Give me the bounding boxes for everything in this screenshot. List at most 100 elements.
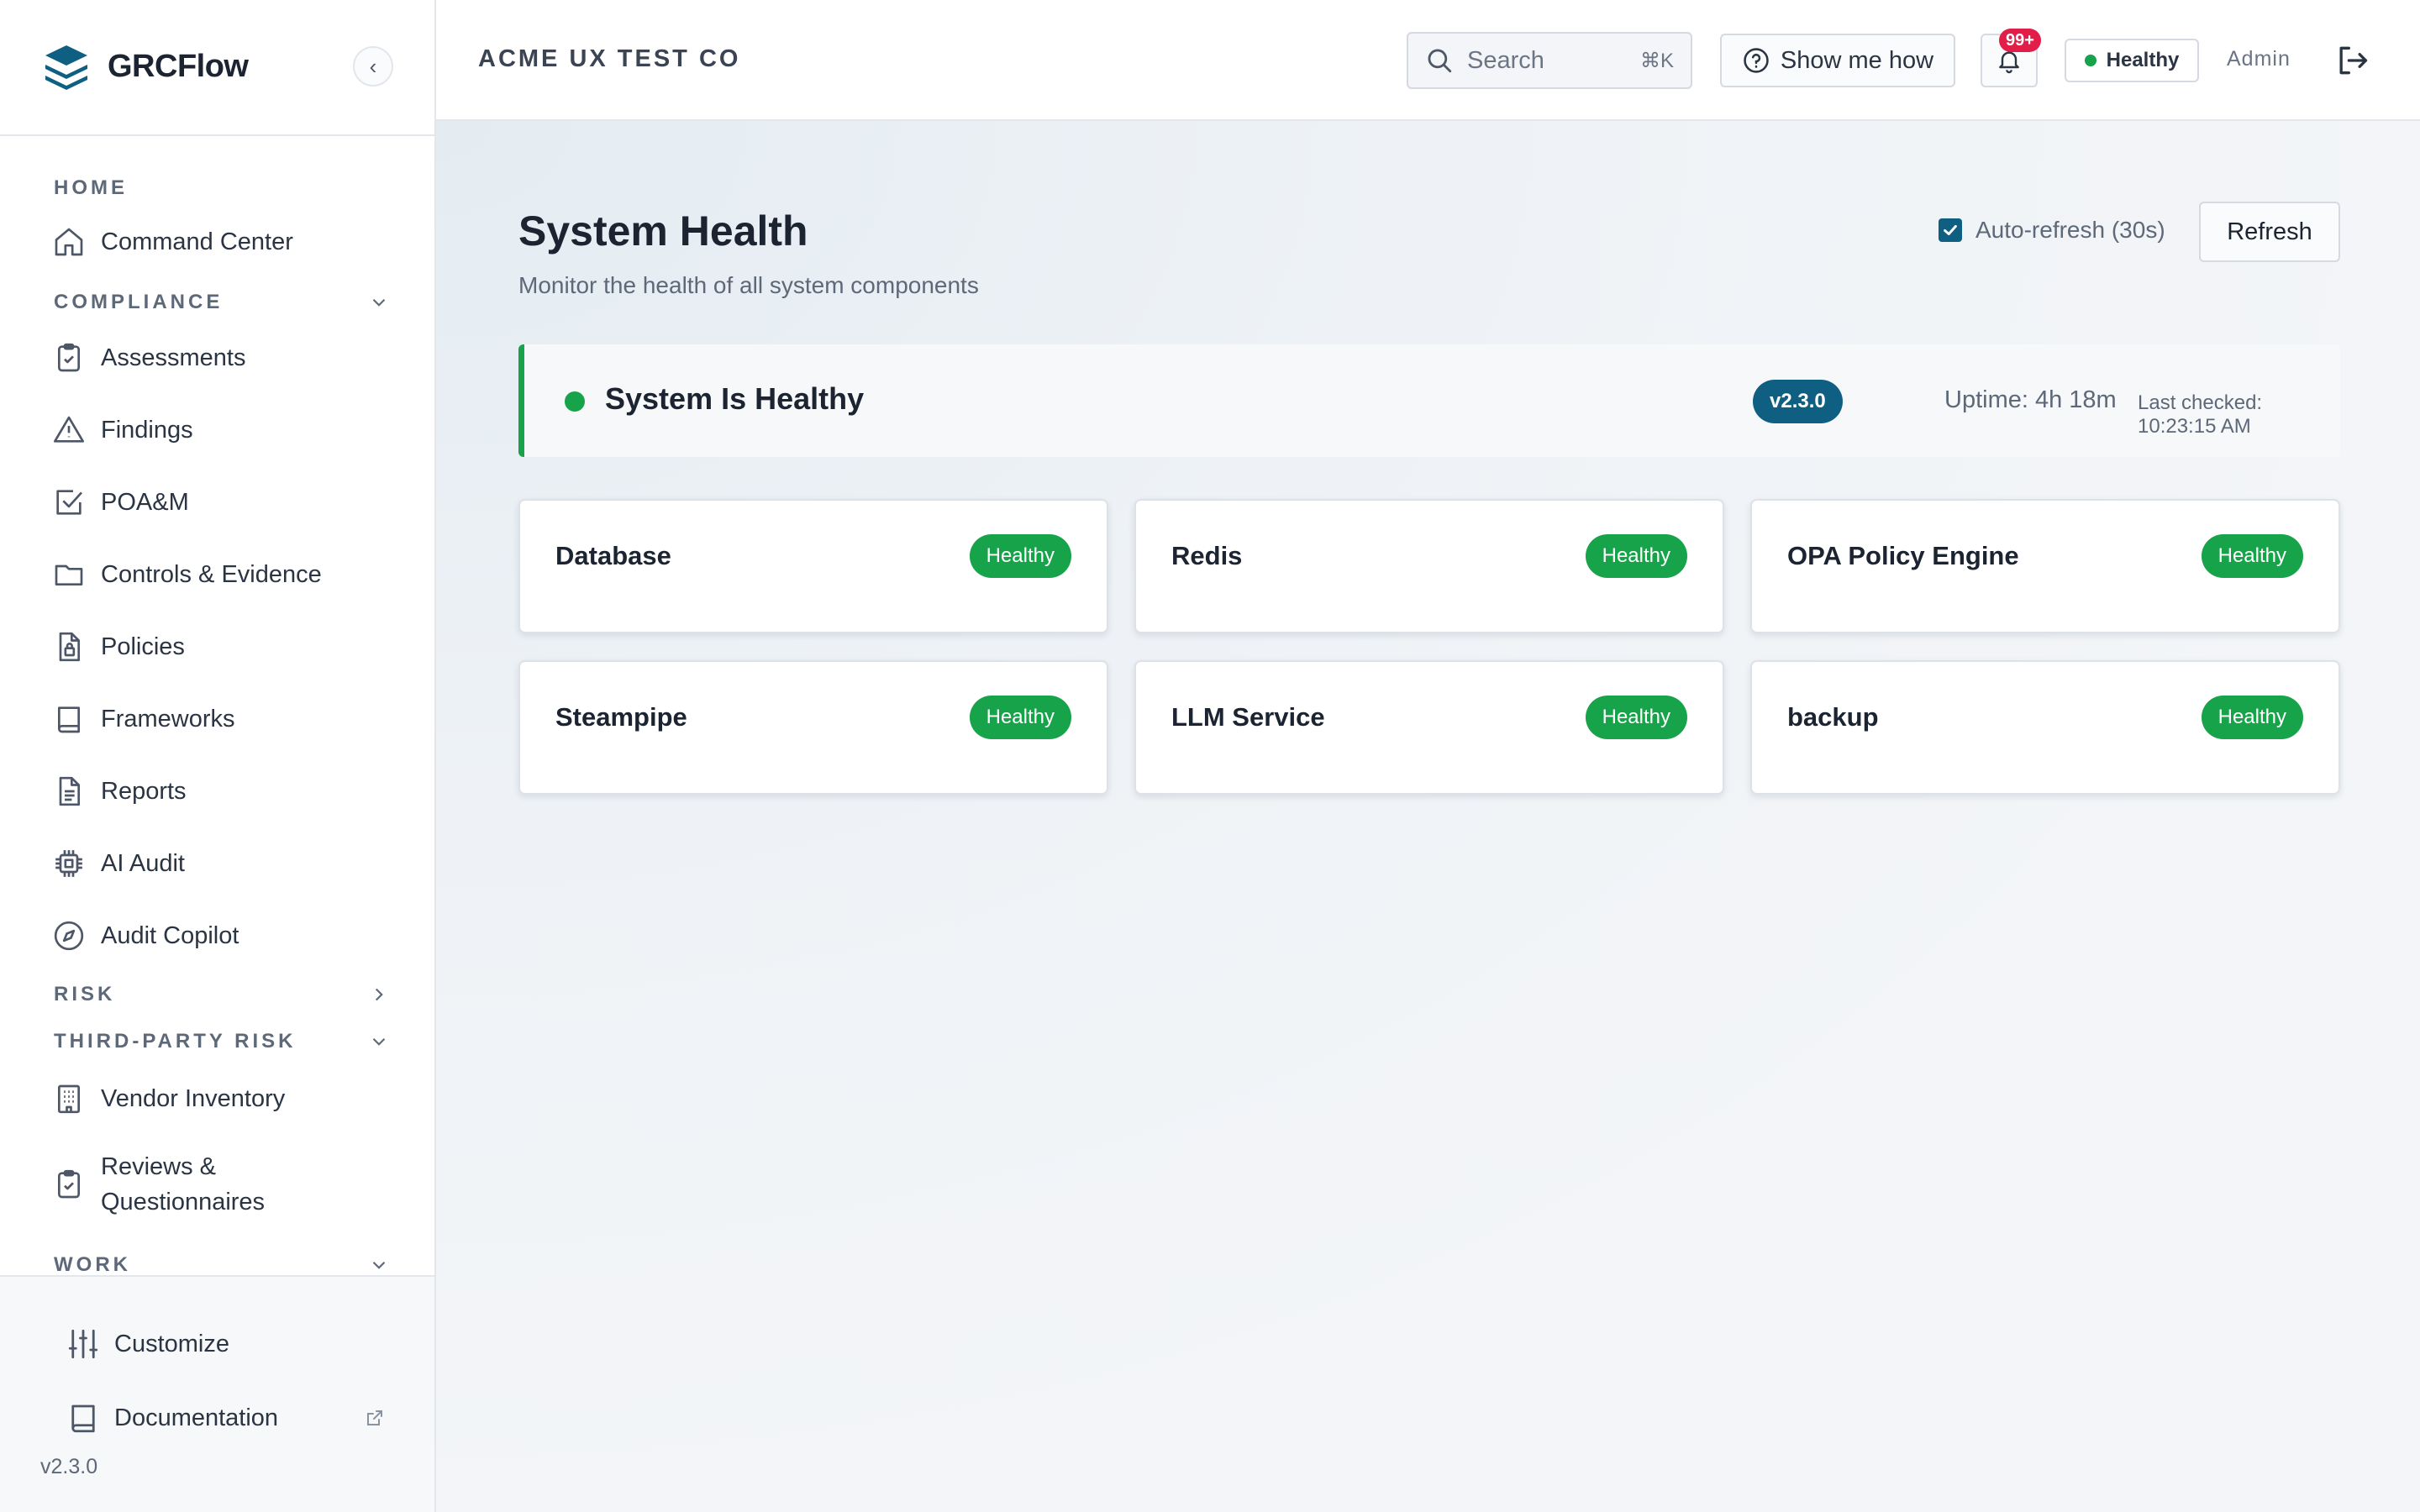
sidebar-item-reviews-questionnaires[interactable]: Reviews & Questionnaires	[52, 1149, 405, 1220]
sidebar-item-findings[interactable]: Findings	[52, 407, 405, 454]
section-home: HOME	[54, 171, 390, 205]
sidebar-item-label: Controls & Evidence	[101, 560, 322, 588]
show-me-how-button[interactable]: Show me how	[1720, 34, 1955, 87]
book-icon	[66, 1400, 101, 1436]
sidebar-item-label: AI Audit	[101, 849, 185, 877]
status-badge: Healthy	[2201, 534, 2303, 578]
sidebar-item-label: Audit Copilot	[101, 921, 239, 949]
sidebar-item-label: Reviews & Questionnaires	[101, 1149, 265, 1220]
top-bar: ACME UX TEST CO Search ⌘K Show me how 99…	[436, 0, 2420, 121]
external-link-icon	[365, 1408, 385, 1428]
sidebar-item-audit-copilot[interactable]: Audit Copilot	[52, 912, 405, 959]
chevron-down-icon	[368, 1254, 390, 1275]
search-input[interactable]: Search ⌘K	[1407, 32, 1692, 89]
status-badge: Healthy	[1585, 696, 1687, 739]
sidebar-item-ai-audit[interactable]: AI Audit	[52, 840, 405, 887]
component-name: Steampipe	[555, 702, 687, 732]
sidebar-item-assessments[interactable]: Assessments	[52, 334, 405, 381]
file-text-icon	[52, 774, 86, 808]
component-name: OPA Policy Engine	[1787, 541, 2019, 570]
app-name: GRCFlow	[108, 49, 249, 84]
status-badge: Healthy	[969, 534, 1071, 578]
auto-refresh-toggle[interactable]: Auto-refresh (30s)	[1939, 217, 2165, 244]
grcflow-logo-icon[interactable]	[42, 42, 91, 91]
overall-status-text: System Is Healthy	[605, 381, 865, 416]
last-checked-text: Last checked: 10:23:15 AM	[2138, 391, 2263, 438]
status-dot-icon	[2084, 55, 2096, 66]
customize-label: Customize	[114, 1330, 229, 1357]
sidebar-item-label: Vendor Inventory	[101, 1084, 286, 1112]
section-work[interactable]: WORK	[54, 1248, 390, 1275]
logout-button[interactable]	[2333, 42, 2370, 79]
status-badge: Healthy	[969, 696, 1071, 739]
user-role: Admin	[2227, 47, 2291, 71]
cpu-chip-icon	[52, 847, 86, 880]
search-shortcut: ⌘K	[1639, 49, 1674, 72]
checkmark-icon	[1944, 224, 1957, 236]
clipboard-check-icon	[52, 341, 86, 375]
overall-status-banner: System Is Healthy v2.3.0 Uptime: 4h 18m …	[518, 344, 2340, 457]
customize-button[interactable]: Customize	[66, 1320, 385, 1368]
sidebar-item-label: Policies	[101, 633, 185, 660]
status-dot-icon	[565, 391, 585, 412]
sidebar-item-label: Assessments	[101, 344, 246, 371]
sidebar-brand: GRCFlow ‹	[0, 0, 434, 136]
component-card-llm-service: LLM Service Healthy	[1134, 660, 1724, 795]
sidebar-item-label-line1: Reviews &	[101, 1153, 216, 1180]
sidebar-nav: HOME Command Center COMPLIANCE Assessmen…	[0, 138, 434, 1275]
component-name: Redis	[1171, 541, 1243, 570]
documentation-link[interactable]: Documentation	[66, 1394, 385, 1441]
sidebar-item-label: Reports	[101, 777, 187, 805]
checkbox-square-icon	[52, 486, 86, 519]
home-icon	[52, 225, 86, 259]
file-lock-icon	[52, 630, 86, 664]
sidebar-item-label: Findings	[101, 416, 193, 444]
section-label: HOME	[54, 176, 128, 199]
building-icon	[52, 1082, 86, 1116]
auto-refresh-checkbox[interactable]	[1939, 218, 1962, 242]
sidebar-item-label: Command Center	[101, 228, 293, 255]
folder-icon	[52, 558, 86, 591]
version-badge: v2.3.0	[1753, 380, 1843, 423]
component-name: LLM Service	[1171, 702, 1325, 732]
search-icon	[1425, 46, 1467, 75]
section-risk[interactable]: RISK	[54, 978, 390, 1011]
compass-icon	[52, 919, 86, 953]
section-label: COMPLIANCE	[54, 291, 224, 313]
clipboard-check-icon	[52, 1168, 86, 1201]
section-compliance[interactable]: COMPLIANCE	[54, 286, 390, 319]
sidebar-item-poam[interactable]: POA&M	[52, 479, 405, 526]
status-badge: Healthy	[1585, 534, 1687, 578]
component-card-steampipe: Steampipe Healthy	[518, 660, 1108, 795]
logout-icon	[2333, 42, 2370, 79]
component-card-backup: backup Healthy	[1750, 660, 2340, 795]
refresh-button[interactable]: Refresh	[2199, 202, 2340, 262]
help-circle-icon	[1742, 46, 1781, 75]
sidebar-item-reports[interactable]: Reports	[52, 768, 405, 815]
section-third-party-risk[interactable]: THIRD-PARTY RISK	[54, 1025, 390, 1058]
book-icon	[52, 702, 86, 736]
organization-name: ACME UX TEST CO	[478, 45, 741, 72]
page-subtitle: Monitor the health of all system compone…	[518, 272, 979, 298]
sidebar-item-controls-evidence[interactable]: Controls & Evidence	[52, 551, 405, 598]
sidebar-item-label-line2: Questionnaires	[101, 1189, 266, 1215]
sidebar-item-vendor-inventory[interactable]: Vendor Inventory	[52, 1075, 405, 1122]
sidebar-item-frameworks[interactable]: Frameworks	[52, 696, 405, 743]
page-title: System Health	[518, 207, 808, 255]
app-version: v2.3.0	[40, 1455, 98, 1478]
section-label: WORK	[54, 1253, 131, 1275]
chevron-right-icon	[368, 984, 390, 1005]
section-label: THIRD-PARTY RISK	[54, 1030, 297, 1053]
component-card-database: Database Healthy	[518, 499, 1108, 633]
collapse-sidebar-button[interactable]: ‹	[353, 46, 393, 87]
chevron-left-icon: ‹	[369, 53, 377, 79]
health-status-label: Healthy	[2106, 49, 2180, 71]
main-content: System Health Monitor the health of all …	[436, 121, 2420, 1512]
sidebar-item-label: POA&M	[101, 488, 189, 516]
notification-count-badge: 99+	[1999, 29, 2041, 52]
component-name: backup	[1787, 702, 1879, 732]
health-status-badge[interactable]: Healthy	[2065, 39, 2199, 82]
sidebar-item-command-center[interactable]: Command Center	[52, 218, 405, 265]
sidebar-item-label: Frameworks	[101, 705, 235, 732]
sidebar-item-policies[interactable]: Policies	[52, 623, 405, 670]
